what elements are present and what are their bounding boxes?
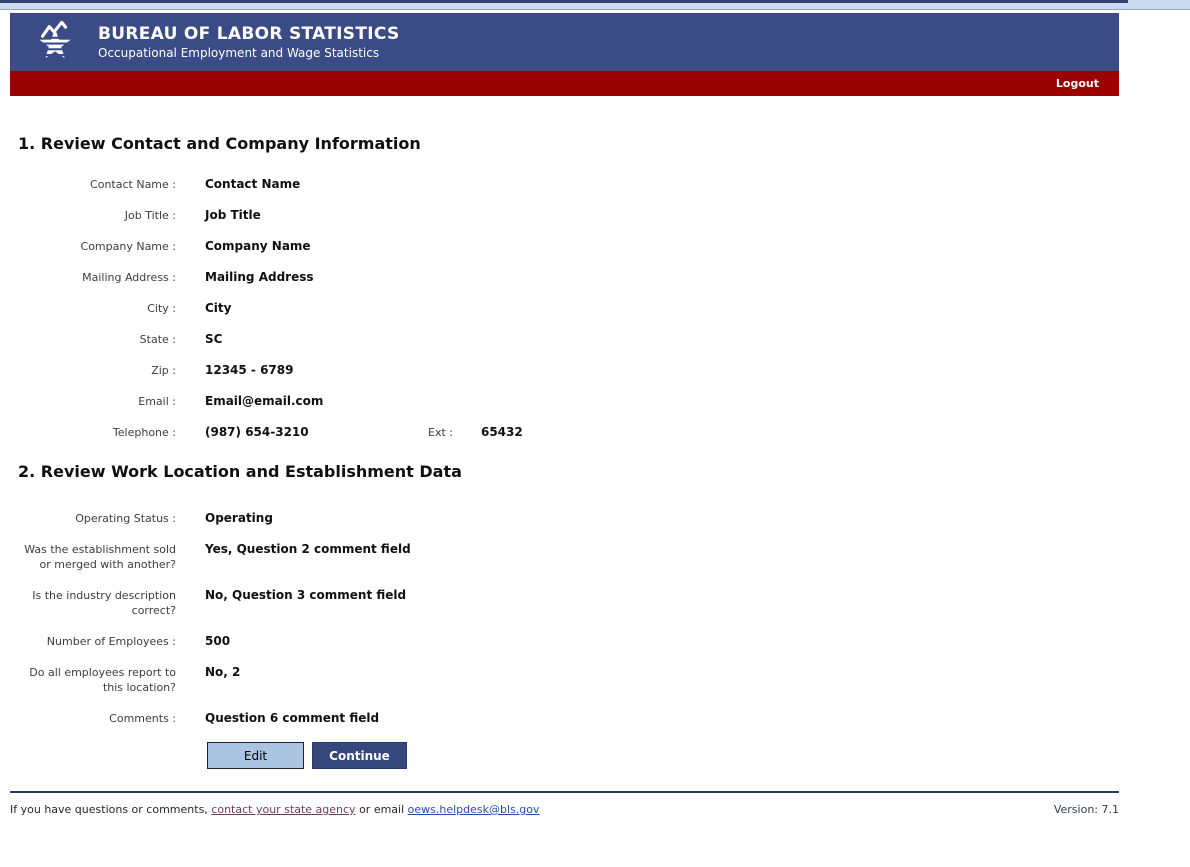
section-1-heading: 1. Review Contact and Company Informatio… — [18, 134, 421, 153]
state-row: State : SC — [10, 332, 1119, 347]
company-name-row: Company Name : Company Name — [10, 239, 1119, 254]
telephone-value: (987) 654-3210 — [205, 425, 309, 439]
field-value: SC — [205, 332, 223, 346]
app-subtitle: Occupational Employment and Wage Statist… — [98, 45, 380, 60]
app-title: BUREAU OF LABOR STATISTICS — [98, 23, 400, 44]
app-header: BUREAU OF LABOR STATISTICS Occupational … — [10, 13, 1119, 71]
helpdesk-email-link[interactable]: oews.helpdesk@bls.gov — [408, 803, 540, 816]
state-agency-link[interactable]: contact your state agency — [211, 803, 355, 816]
edit-button[interactable]: Edit — [207, 742, 304, 769]
field-label: Job Title : — [124, 209, 176, 222]
telephone-row: Telephone : (987) 654-3210 Ext : 65432 — [10, 425, 1119, 440]
footer: If you have questions or comments, conta… — [10, 791, 1119, 816]
continue-button[interactable]: Continue — [312, 742, 407, 769]
field-value: (987) 654-3210 Ext : 65432 — [205, 425, 523, 440]
field-value: No, 2 — [205, 665, 241, 679]
field-label: Was the establishment sold or merged wit… — [24, 543, 176, 571]
industry-description-row: Is the industry description correct? No,… — [10, 588, 1119, 618]
footer-text-prefix: If you have questions or comments, — [10, 803, 212, 816]
field-value: Contact Name — [205, 177, 301, 191]
footer-help-text: If you have questions or comments, conta… — [10, 803, 540, 816]
field-label: Do all employees report to this location… — [29, 666, 176, 694]
contact-name-row: Contact Name : Contact Name — [10, 177, 1119, 192]
field-value: Operating — [205, 511, 273, 525]
comments-row: Comments : Question 6 comment field — [10, 711, 1119, 726]
field-value: Job Title — [205, 208, 261, 222]
logout-link[interactable]: Logout — [1056, 77, 1099, 90]
field-label: Contact Name : — [90, 178, 176, 191]
field-label: State : — [139, 333, 176, 346]
header-title-block: BUREAU OF LABOR STATISTICS Occupational … — [98, 23, 400, 60]
field-label: Comments : — [109, 712, 176, 725]
page-container: BUREAU OF LABOR STATISTICS Occupational … — [10, 13, 1119, 816]
field-value: 500 — [205, 634, 231, 648]
top-navy-line — [0, 0, 1128, 3]
browser-top-strip — [0, 0, 1190, 10]
field-value: Email@email.com — [205, 394, 324, 408]
field-label: Company Name : — [80, 240, 176, 253]
number-of-employees-row: Number of Employees : 500 — [10, 634, 1119, 649]
bls-star-logo-icon — [37, 20, 73, 59]
section-2-heading: 2. Review Work Location and Establishmen… — [18, 462, 462, 481]
field-label: Mailing Address : — [82, 271, 176, 284]
ext-label: Ext : — [428, 426, 453, 439]
field-value: Question 6 comment field — [205, 711, 380, 725]
field-value: Company Name — [205, 239, 311, 253]
field-label: Operating Status : — [75, 512, 176, 525]
field-value: Yes, Question 2 comment field — [205, 542, 411, 556]
zip-row: Zip : 12345 - 6789 — [10, 363, 1119, 378]
field-label: Zip : — [151, 364, 176, 377]
footer-text-middle: or email — [355, 803, 408, 816]
button-row: Edit Continue — [207, 742, 1119, 769]
main-content: 1. Review Contact and Company Informatio… — [10, 96, 1119, 769]
ext-value: 65432 — [480, 425, 523, 439]
red-nav-bar: Logout — [10, 71, 1119, 96]
field-label: Number of Employees : — [46, 635, 176, 648]
field-label: Is the industry description correct? — [32, 589, 176, 617]
field-value: City — [205, 301, 232, 315]
email-row: Email : Email@email.com — [10, 394, 1119, 409]
field-label: City : — [147, 302, 176, 315]
employees-report-row: Do all employees report to this location… — [10, 665, 1119, 695]
job-title-row: Job Title : Job Title — [10, 208, 1119, 223]
mailing-address-row: Mailing Address : Mailing Address — [10, 270, 1119, 285]
field-value: Mailing Address — [205, 270, 314, 284]
field-value: No, Question 3 comment field — [205, 588, 407, 602]
version-label: Version: 7.1 — [1053, 803, 1119, 816]
city-row: City : City — [10, 301, 1119, 316]
field-label: Email : — [138, 395, 176, 408]
operating-status-row: Operating Status : Operating — [10, 511, 1119, 526]
field-label: Telephone : — [112, 426, 176, 439]
sold-or-merged-row: Was the establishment sold or merged wit… — [10, 542, 1119, 572]
field-value: 12345 - 6789 — [205, 363, 294, 377]
